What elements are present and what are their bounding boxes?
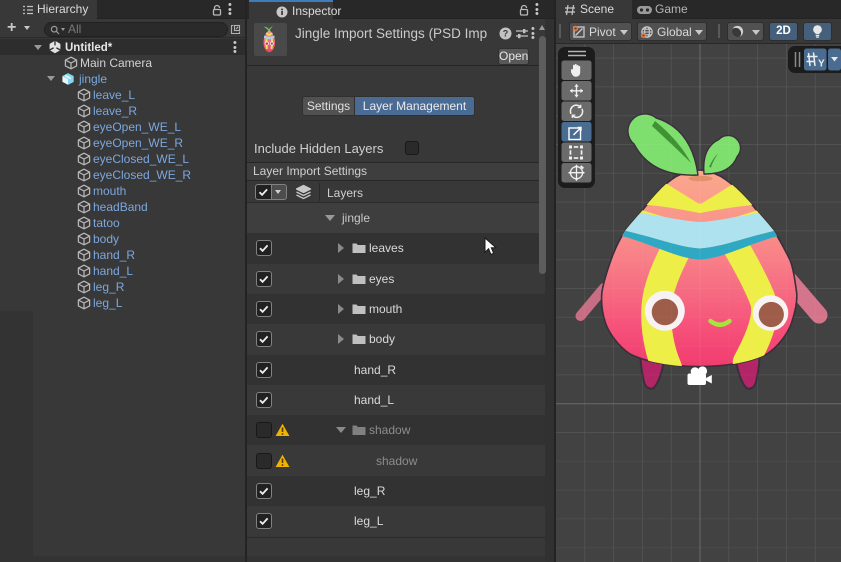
svg-text:Y: Y <box>818 59 825 70</box>
svg-text:?: ? <box>503 29 509 39</box>
